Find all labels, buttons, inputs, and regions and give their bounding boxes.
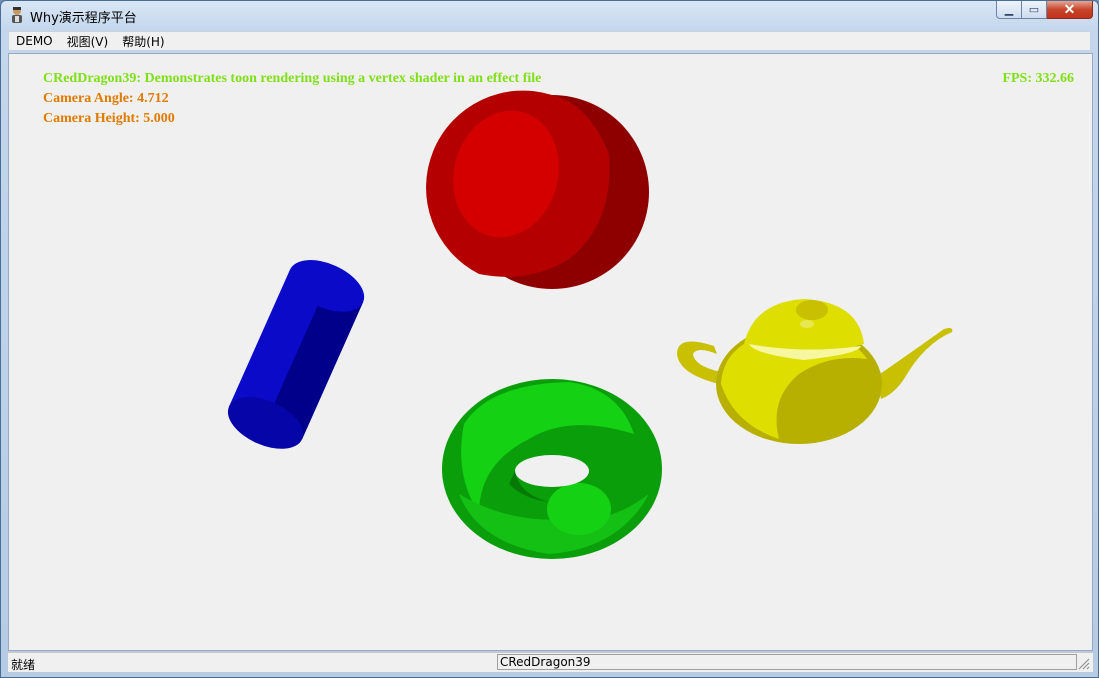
status-bar: 就绪 CRedDragon39	[8, 652, 1093, 672]
maximize-button[interactable]: ▭	[1022, 1, 1047, 19]
menu-bar: DEMO 视图(V) 帮助(H)	[8, 31, 1091, 51]
minimize-button[interactable]: ▁	[996, 1, 1022, 19]
green-torus	[442, 379, 662, 559]
camera-angle-readout: Camera Angle: 4.712	[43, 91, 169, 106]
red-sphere	[426, 90, 649, 289]
close-button[interactable]: ✕	[1047, 1, 1093, 19]
camera-height-readout: Camera Height: 5.000	[43, 111, 175, 126]
render-viewport[interactable]: CRedDragon39: Demonstrates toon renderin…	[8, 53, 1093, 651]
menu-help[interactable]: 帮助(H)	[115, 33, 171, 50]
app-window: Why演示程序平台 ▁ ▭ ✕ DEMO 视图(V) 帮助(H) CRedDra…	[0, 0, 1099, 678]
yellow-teapot	[677, 299, 953, 444]
demo-description: CRedDragon39: Demonstrates toon renderin…	[43, 71, 542, 86]
caption-buttons: ▁ ▭ ✕	[996, 1, 1093, 20]
app-icon	[12, 7, 22, 23]
status-text: 就绪	[11, 658, 36, 672]
fps-counter: FPS: 332.66	[1002, 71, 1074, 86]
menu-demo[interactable]: DEMO	[9, 34, 60, 48]
title-bar[interactable]: Why演示程序平台 ▁ ▭ ✕	[1, 1, 1098, 30]
status-pane-view: CRedDragon39	[497, 654, 1077, 670]
scene-canvas	[227, 90, 953, 559]
blue-cylinder	[227, 260, 365, 449]
menu-view[interactable]: 视图(V)	[60, 33, 116, 50]
resize-grip-icon[interactable]	[1078, 658, 1090, 670]
window-title: Why演示程序平台	[30, 11, 137, 26]
